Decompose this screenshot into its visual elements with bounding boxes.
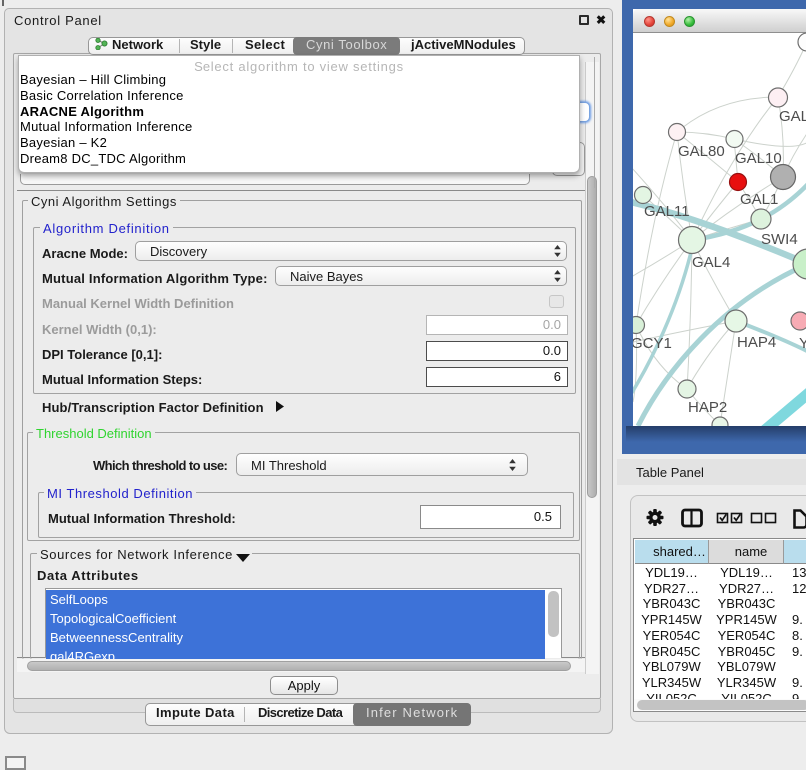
svg-text:GCY1: GCY1	[633, 335, 672, 352]
svg-text:GAL1: GAL1	[740, 191, 778, 208]
svg-text:GAL11: GAL11	[644, 203, 690, 220]
svg-text:GAL4: GAL4	[692, 254, 730, 271]
svg-text:HAP2: HAP2	[688, 399, 727, 416]
svg-text:GAL80: GAL80	[678, 143, 725, 160]
svg-text:YE: YE	[799, 335, 806, 352]
svg-text:GAL7: GAL7	[779, 108, 806, 125]
svg-text:SWI4: SWI4	[761, 231, 798, 248]
svg-text:GAL10: GAL10	[735, 150, 782, 167]
svg-text:HAP4: HAP4	[737, 334, 776, 351]
